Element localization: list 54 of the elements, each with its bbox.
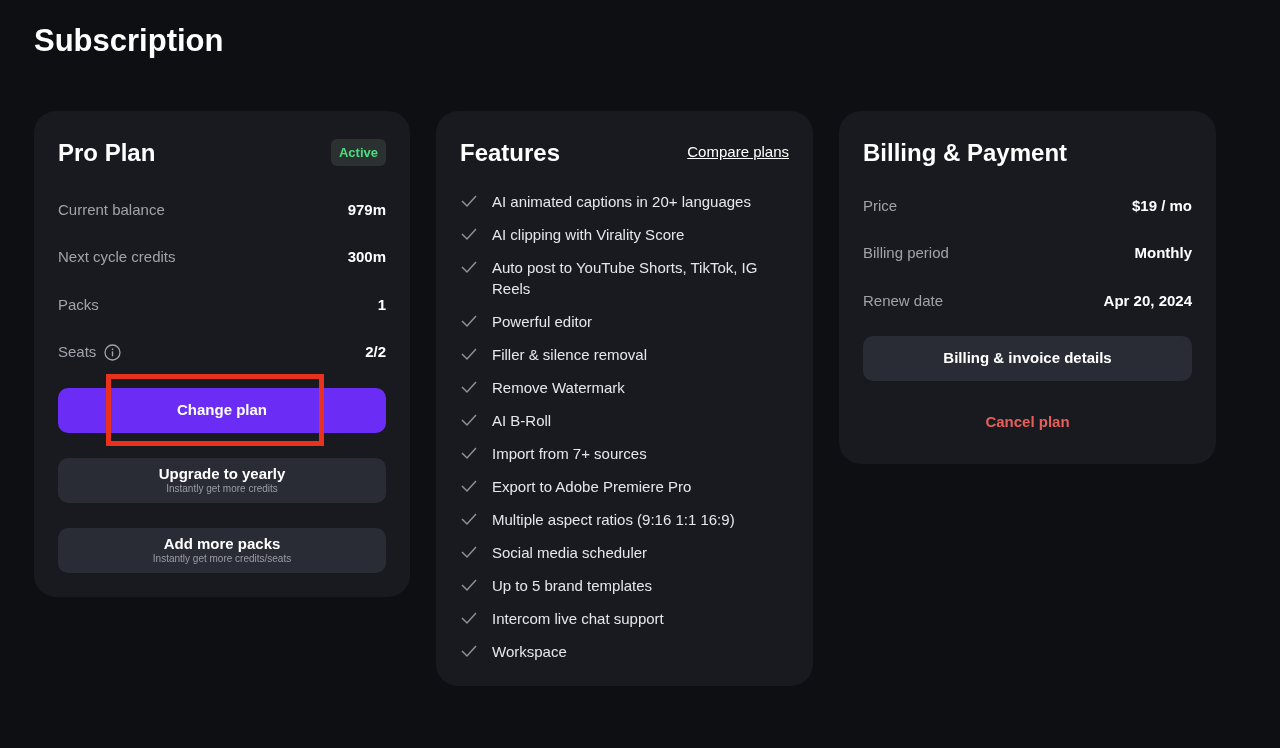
check-icon — [460, 643, 478, 658]
row-label: Seats — [58, 342, 97, 362]
check-icon — [460, 313, 478, 328]
upgrade-button[interactable]: Upgrade to yearly Instantly get more credits — [58, 457, 386, 503]
check-icon — [460, 610, 478, 625]
status-badge: Active — [330, 138, 386, 167]
feature-text: AI B-Roll — [492, 410, 552, 431]
check-icon — [460, 445, 478, 460]
upgrade-button[interactable]: Add more packs Instantly get more credits/seats — [58, 527, 386, 573]
check-icon — [460, 412, 478, 427]
feature-text: Auto post to YouTube Shorts, TikTok, IG Reels — [492, 257, 759, 299]
plan-title: Pro Plan — [58, 137, 156, 168]
check-icon — [460, 511, 478, 526]
check-icon — [460, 193, 478, 208]
feature-text: Filler & silence removal — [492, 344, 648, 365]
row-value: Monthly — [1134, 243, 1192, 263]
check-icon — [460, 544, 478, 559]
feature-text: Social media scheduler — [492, 542, 648, 563]
check-icon — [460, 478, 478, 493]
row-label: Current balance — [58, 199, 165, 220]
feature-text: Remove Watermark — [492, 377, 625, 398]
feature-text: AI clipping with Virality Score — [492, 224, 685, 245]
row-value: 1 — [377, 294, 386, 315]
row-value: 2/2 — [365, 342, 386, 362]
row-value: 979m — [347, 199, 386, 220]
billing-details-button[interactable]: Billing & invoice details — [863, 336, 1192, 381]
row-label: Renew date — [863, 290, 944, 311]
features-title: Features — [460, 137, 561, 168]
billing-title: Billing & Payment — [863, 138, 1068, 166]
row-value: 300m — [347, 247, 386, 267]
row-label: Packs — [58, 294, 99, 315]
row-value: $19 / mo — [1131, 195, 1192, 216]
cancel-plan-button[interactable]: Cancel plan — [985, 411, 1070, 434]
check-icon — [460, 259, 478, 274]
compare-plans-link[interactable]: Compare plans — [687, 141, 789, 164]
feature-text: AI animated captions in 20+ languages — [492, 191, 751, 212]
page-title: Subscription — [34, 22, 225, 60]
feature-text: Workspace — [492, 641, 567, 662]
feature-text: Import from 7+ sources — [492, 443, 647, 464]
check-icon — [460, 577, 478, 592]
info-icon[interactable] — [104, 343, 122, 361]
feature-text: Export to Adobe Premiere Pro — [492, 476, 692, 497]
change-plan-button[interactable]: Change plan — [58, 387, 386, 433]
check-icon — [460, 346, 478, 361]
row-label: Billing period — [863, 243, 949, 263]
feature-text: Powerful editor — [492, 311, 593, 332]
check-icon — [460, 226, 478, 241]
row-label: Next cycle credits — [58, 247, 176, 267]
feature-text: Multiple aspect ratios (9:16 1:1 16:9) — [492, 509, 735, 530]
check-icon — [460, 379, 478, 394]
row-value: Apr 20, 2024 — [1103, 290, 1192, 311]
row-label: Price — [863, 195, 898, 216]
feature-text: Intercom live chat support — [492, 608, 664, 629]
feature-text: Up to 5 brand templates — [492, 575, 653, 596]
